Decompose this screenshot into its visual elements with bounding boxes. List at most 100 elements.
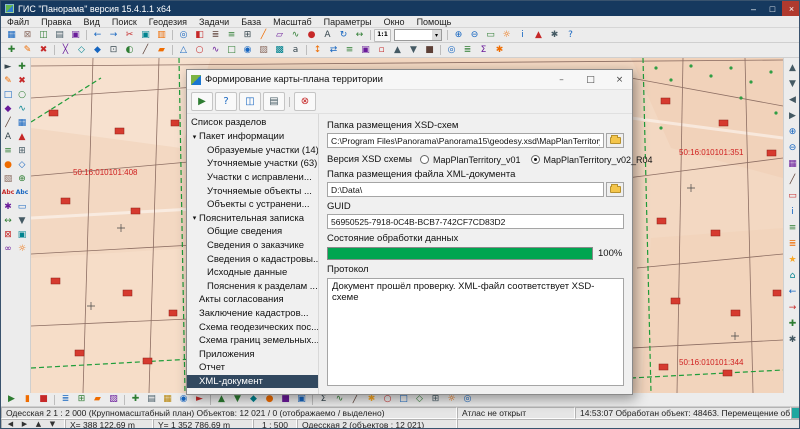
help-icon[interactable]: ? [563, 29, 578, 41]
menu-item[interactable]: Вид [78, 16, 106, 27]
section-item[interactable]: ▾Пакет информации [187, 130, 318, 144]
radio-v01-label[interactable]: MapPlanTerritory_v01 [433, 155, 521, 165]
section-item[interactable]: Пояснения к разделам ... [187, 280, 318, 294]
move-tool-icon[interactable]: ↔ [1, 214, 15, 228]
section-item[interactable]: Объекты с устранени... [187, 198, 318, 212]
raise-icon[interactable]: ▲ [390, 44, 405, 56]
down-icon[interactable]: ▼ [230, 394, 245, 406]
menu-item[interactable]: Геодезия [143, 16, 193, 27]
settings-icon[interactable]: ✱ [785, 332, 800, 348]
edit-tool-icon[interactable]: ✎ [1, 74, 15, 88]
refresh-icon[interactable]: ☼ [499, 29, 514, 41]
section-item[interactable]: Заключение кадастров... [187, 307, 318, 321]
star-icon[interactable]: ✱ [364, 394, 379, 406]
up-icon[interactable]: ▲ [214, 394, 229, 406]
ungroup-icon[interactable]: ▫ [374, 44, 389, 56]
section-item[interactable]: Уточняемые объекты ... [187, 184, 318, 198]
topology-icon[interactable]: △ [176, 44, 191, 56]
select-tool-icon[interactable]: ► [1, 60, 15, 74]
extent-tool-icon[interactable]: ▭ [15, 200, 29, 214]
print-icon[interactable]: ▤ [263, 92, 285, 111]
rect-tool-icon[interactable]: □ [1, 88, 15, 102]
group-tool-icon[interactable]: ▣ [15, 228, 29, 242]
database-icon[interactable]: ▣ [68, 29, 83, 41]
status-scale[interactable]: 1 : 500 [253, 419, 297, 429]
section-item[interactable]: XML-документ [187, 375, 318, 389]
info-icon[interactable]: i [785, 204, 800, 220]
save-xml-icon[interactable]: ◫ [239, 92, 261, 111]
menu-item[interactable]: Поиск [106, 16, 143, 27]
hatch-tool-icon[interactable]: ▧ [1, 172, 15, 186]
section-item[interactable]: Образуемые участки (14) [187, 144, 318, 158]
section-item[interactable]: Уточняемые участки (63) [187, 157, 318, 171]
abc-label-icon-2[interactable]: Abc [15, 186, 29, 200]
group-icon[interactable]: ▣ [358, 44, 373, 56]
grid-icon[interactable]: ⊞ [240, 29, 255, 41]
pause-icon[interactable]: ▮ [20, 394, 35, 406]
section-item[interactable]: Схема геодезических пос... [187, 320, 318, 334]
table-icon[interactable]: ⊞ [74, 394, 89, 406]
info-icon[interactable]: i [515, 29, 530, 41]
status-doc-tab[interactable]: Одесская 2 (объектов : 12 021) [297, 419, 457, 429]
delete-object-icon[interactable]: ✖ [36, 44, 51, 56]
nav-down-icon[interactable]: ▼ [46, 420, 59, 429]
legend-tool-icon[interactable]: ≡ [1, 144, 15, 158]
chart-icon[interactable]: ▰ [90, 394, 105, 406]
layers-icon[interactable]: ≣ [208, 29, 223, 41]
copy-icon[interactable]: ▣ [138, 29, 153, 41]
create-object-icon[interactable]: ✚ [4, 44, 19, 56]
diamond-icon[interactable]: ◆ [246, 394, 261, 406]
plus-icon[interactable]: ✚ [128, 394, 143, 406]
section-item[interactable]: Отчет [187, 361, 318, 375]
lock-icon[interactable]: ■ [422, 44, 437, 56]
redo-icon[interactable]: → [106, 29, 121, 41]
target-icon[interactable]: ◎ [460, 394, 475, 406]
xml-browse-button[interactable] [606, 182, 624, 197]
menu-item[interactable]: Масштаб [267, 16, 318, 27]
radio-v02-label[interactable]: MapPlanTerritory_v02_R04 [544, 155, 653, 165]
split-icon[interactable]: ╳ [58, 44, 73, 56]
curve-tool-icon[interactable]: ∿ [15, 102, 29, 116]
section-item[interactable]: Участки с исправлени... [187, 171, 318, 185]
node-icon[interactable]: ○ [192, 44, 207, 56]
vertex-edit-icon[interactable]: ◆ [90, 44, 105, 56]
infinity-tool-icon[interactable]: ∞ [1, 242, 15, 256]
dot-icon[interactable]: ● [262, 394, 277, 406]
text-tool-icon[interactable]: A [1, 130, 15, 144]
zoom-out-icon[interactable]: ⊖ [785, 140, 800, 156]
maximize-button[interactable]: □ [763, 1, 782, 16]
dialog-maximize-button[interactable]: □ [578, 70, 603, 89]
abc-label-icon[interactable]: Abc [1, 186, 15, 200]
hatch-icon[interactable]: ▨ [256, 44, 271, 56]
curve-icon[interactable]: ∿ [208, 44, 223, 56]
dimension-icon[interactable]: ↕ [310, 44, 325, 56]
marker-icon[interactable]: ► [192, 394, 207, 406]
doc-icon[interactable]: ▤ [144, 394, 159, 406]
merge-icon[interactable]: ◇ [74, 44, 89, 56]
minimize-button[interactable]: – [744, 1, 763, 16]
circle-icon[interactable]: ○ [380, 394, 395, 406]
extent-icon[interactable]: ▭ [483, 29, 498, 41]
nav-right-icon[interactable]: ▶ [18, 420, 31, 429]
run-icon[interactable]: ▶ [4, 394, 19, 406]
diamond-tool-icon[interactable]: ◇ [15, 158, 29, 172]
map-tool-icon[interactable]: ▦ [15, 116, 29, 130]
stop-icon[interactable]: ■ [36, 394, 51, 406]
area-icon[interactable]: ▰ [154, 44, 169, 56]
script-icon[interactable]: ✱ [492, 44, 507, 56]
layers-icon[interactable]: ≣ [785, 236, 800, 252]
create-tool-icon[interactable]: ✚ [15, 60, 29, 74]
buffer-icon[interactable]: ◐ [122, 44, 137, 56]
guid-input[interactable] [327, 214, 624, 229]
back-icon[interactable]: ← [785, 284, 800, 300]
zoom-in-icon[interactable]: ⊕ [785, 124, 800, 140]
folder-tool-icon[interactable]: ▦ [160, 394, 175, 406]
ruler-icon[interactable]: ╱ [256, 29, 271, 41]
circle-icon[interactable]: ◉ [240, 44, 255, 56]
search-object-icon[interactable]: ◎ [444, 44, 459, 56]
close-tool-icon[interactable]: ⊠ [1, 228, 15, 242]
forward-icon[interactable]: → [785, 300, 800, 316]
polyline-icon[interactable]: ∿ [288, 29, 303, 41]
wave-icon[interactable]: ∿ [332, 394, 347, 406]
xsd-browse-button[interactable] [606, 133, 624, 148]
